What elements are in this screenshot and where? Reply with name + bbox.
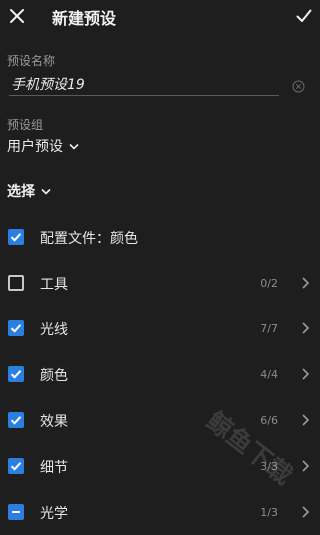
chevron-down-icon — [41, 188, 51, 195]
preset-name-label: 预设名称 — [7, 54, 56, 68]
checkbox-unchecked[interactable] — [8, 275, 24, 291]
page-title: 新建预设 — [52, 9, 117, 28]
chevron-right-icon[interactable] — [298, 276, 312, 290]
close-button[interactable] — [7, 6, 27, 26]
list-item-tools[interactable]: 工具 0/2 — [0, 260, 320, 306]
item-count: 6/6 — [260, 414, 278, 427]
checkmark-icon — [296, 9, 312, 22]
item-label: 颜色 — [40, 368, 68, 384]
clear-icon — [292, 80, 305, 93]
preset-group-label: 预设组 — [7, 118, 44, 132]
list-item-optics[interactable]: 光学 1/3 — [0, 489, 320, 535]
clear-input-button[interactable] — [292, 78, 305, 93]
item-label: 细节 — [40, 460, 68, 476]
app-header: 新建预设 — [0, 0, 320, 34]
confirm-button[interactable] — [294, 6, 314, 26]
chevron-right-icon[interactable] — [298, 505, 312, 519]
item-label: 光学 — [40, 506, 68, 522]
list-item-light[interactable]: 光线 7/7 — [0, 305, 320, 351]
checkbox-checked[interactable] — [8, 458, 24, 474]
item-label: 光线 — [40, 322, 68, 338]
checkmark-icon — [10, 416, 22, 425]
item-count: 7/7 — [260, 322, 278, 335]
chevron-right-icon[interactable] — [298, 459, 312, 473]
select-label: 选择 — [7, 184, 35, 200]
preset-group-value: 用户预设 — [7, 139, 63, 155]
item-label: 配置文件：颜色 — [40, 231, 138, 247]
checkbox-partial[interactable] — [8, 504, 24, 520]
item-label: 效果 — [40, 414, 68, 430]
chevron-right-icon[interactable] — [298, 367, 312, 381]
close-icon — [10, 9, 24, 23]
checkmark-icon — [10, 233, 22, 242]
checkbox-checked[interactable] — [8, 366, 24, 382]
item-count: 0/2 — [260, 277, 278, 290]
checkbox-checked[interactable] — [8, 412, 24, 428]
chevron-right-icon[interactable] — [298, 413, 312, 427]
checkbox-checked[interactable] — [8, 229, 24, 245]
preset-name-input[interactable] — [9, 73, 279, 96]
list-item-profile-color[interactable]: 配置文件：颜色 — [0, 214, 320, 260]
preset-group-dropdown[interactable]: 用户预设 — [7, 136, 79, 156]
list-item-effects[interactable]: 效果 6/6 — [0, 397, 320, 443]
checkmark-icon — [10, 324, 22, 333]
chevron-right-icon[interactable] — [298, 321, 312, 335]
minus-icon — [12, 511, 20, 513]
item-label: 工具 — [40, 277, 68, 293]
checkbox-checked[interactable] — [8, 320, 24, 336]
chevron-down-icon — [69, 143, 79, 150]
item-count: 1/3 — [260, 506, 278, 519]
checkmark-icon — [10, 370, 22, 379]
item-count: 4/4 — [260, 368, 278, 381]
checkmark-icon — [10, 462, 22, 471]
select-dropdown[interactable]: 选择 — [7, 181, 51, 201]
list-item-color[interactable]: 颜色 4/4 — [0, 351, 320, 397]
